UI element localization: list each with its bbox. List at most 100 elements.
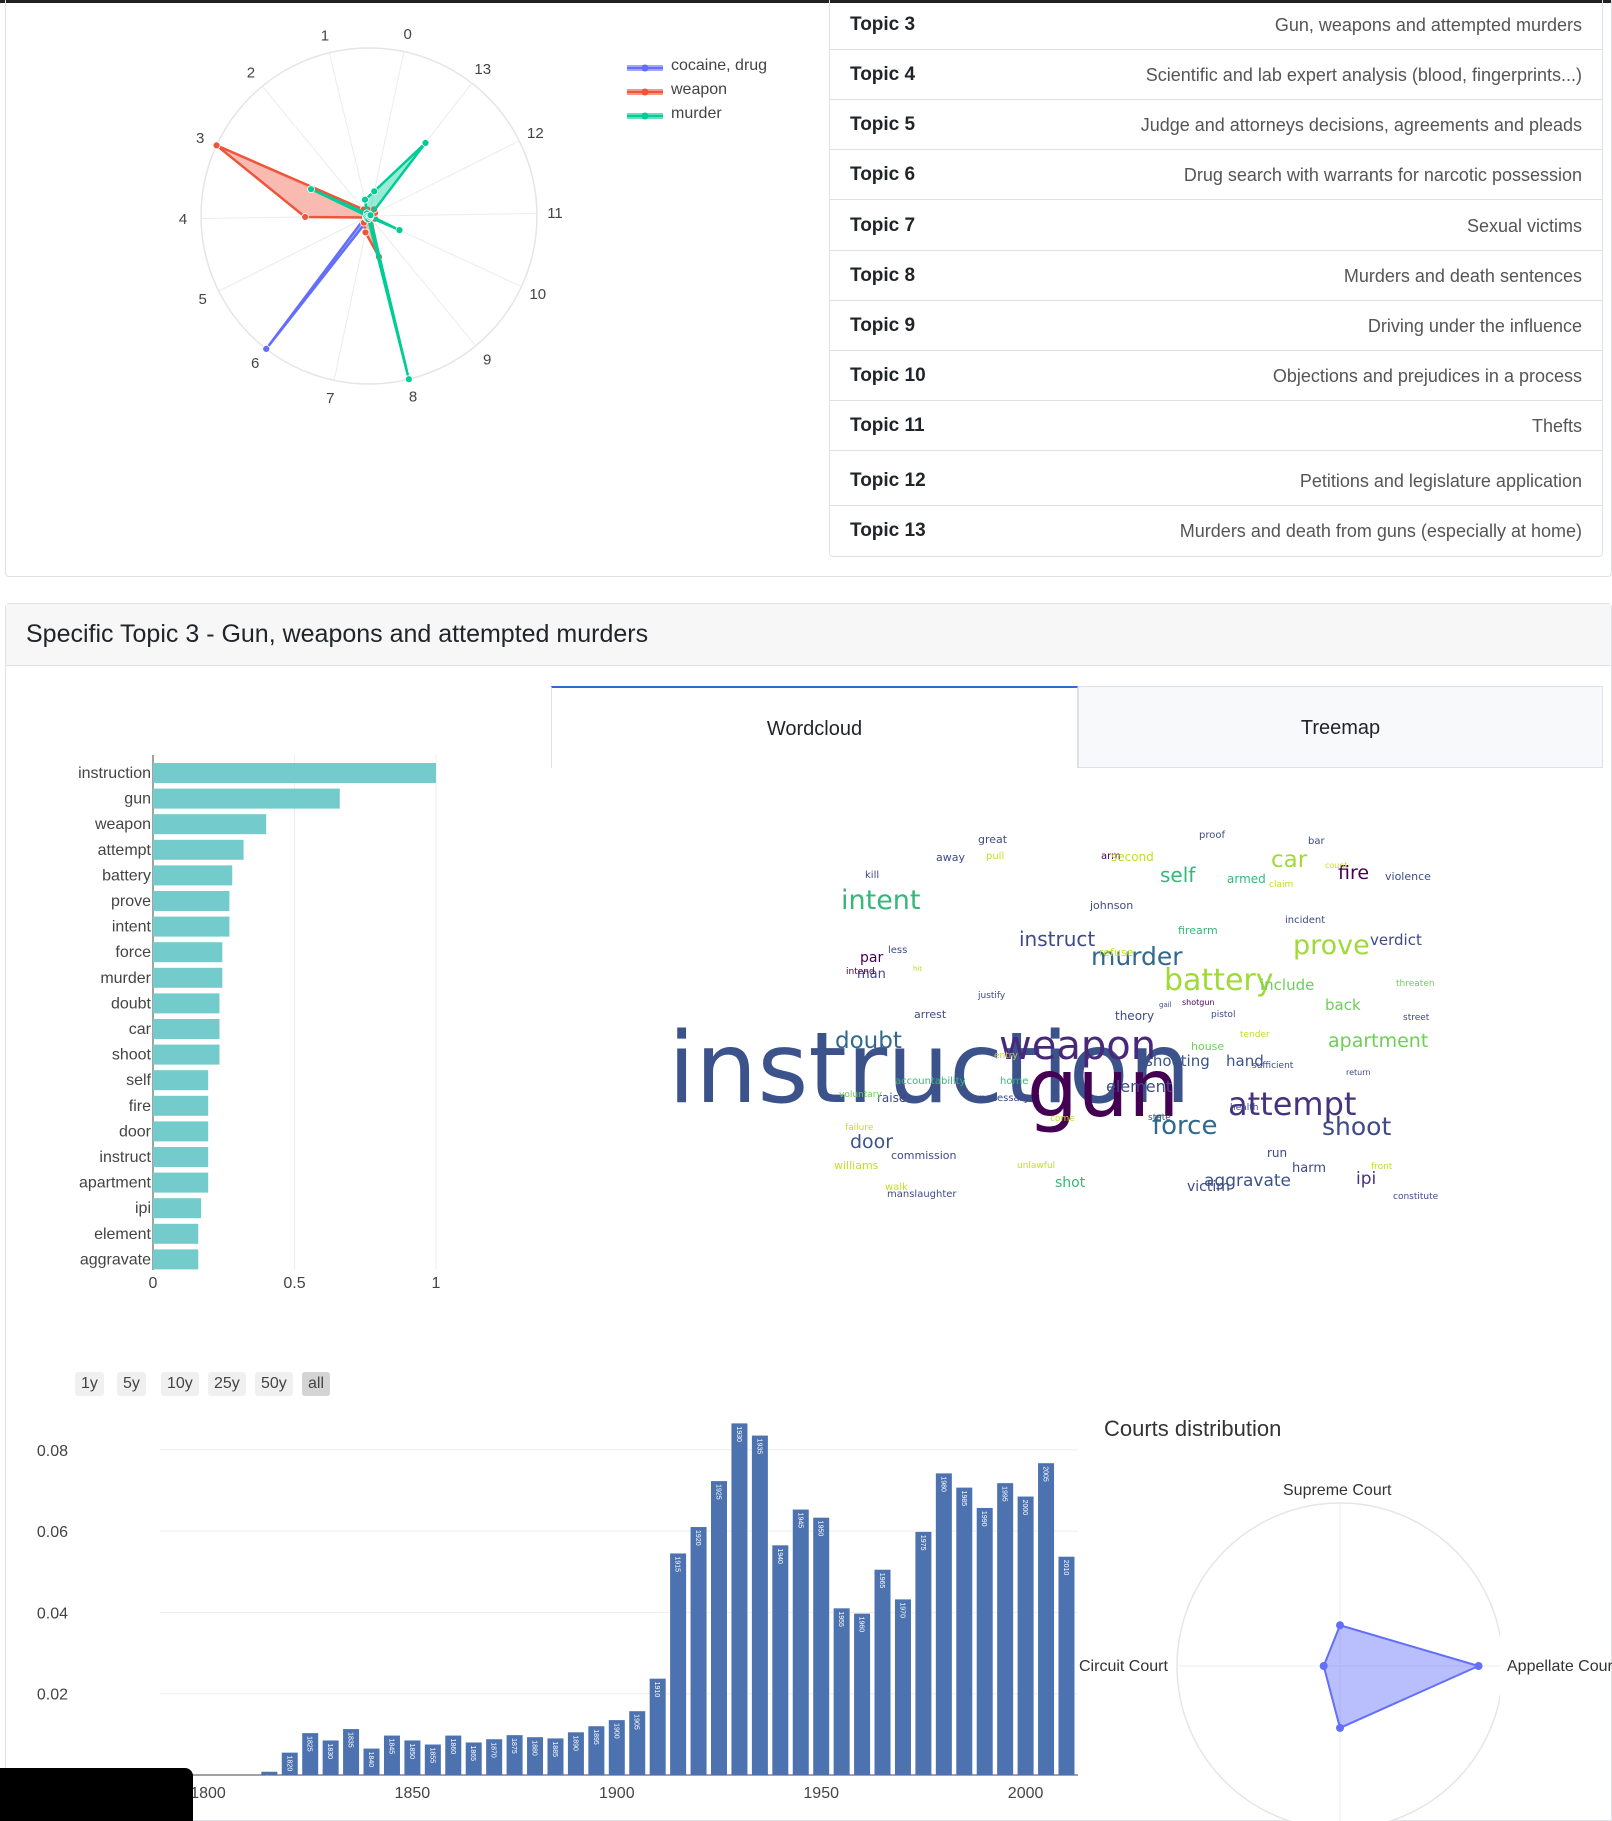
wordcloud-word: intent (841, 885, 921, 917)
topic-row[interactable]: Topic 12 Petitions and legislature applic… (830, 456, 1602, 506)
radar-axis-label: 3 (196, 130, 204, 147)
wordcloud-word: arrest (914, 1008, 947, 1022)
topic-row[interactable]: Topic 5 Judge and attorneys decisions, ag… (830, 100, 1602, 150)
topic-row[interactable]: Topic 11 Thefts (830, 401, 1602, 451)
year-bar (690, 1527, 707, 1775)
wordcloud-word: count (1325, 860, 1348, 870)
word-bar (153, 1223, 199, 1244)
wordcloud-word: state (1148, 1112, 1171, 1123)
topic-row[interactable]: Topic 3 Gun, weapons and attempted murder… (830, 0, 1602, 50)
year-bar-label: 1820 (285, 1756, 292, 1772)
legend-swatch (627, 88, 663, 96)
topic-name: Topic 8 (850, 265, 916, 286)
wordcloud-word: claim (1269, 879, 1294, 890)
wordcloud-word: away (936, 851, 965, 865)
topic-row[interactable]: Topic 6 Drug search with warrants for nar… (830, 150, 1602, 200)
topic-row[interactable]: Topic 10 Objections and prejudices in a p… (830, 351, 1602, 401)
range-button-all[interactable]: all (302, 1372, 331, 1396)
radar-axis-label: 1 (321, 27, 329, 44)
wordcloud-word: element (1106, 1077, 1172, 1097)
x-tick-label: 1 (432, 1275, 441, 1290)
topic-desc: Sexual victims (1466, 216, 1582, 236)
topics-radar-chart: 01234567 8910111213 (179, 26, 563, 407)
year-bar-label: 1950 (817, 1521, 824, 1537)
radar-axis-label: 12 (527, 125, 544, 142)
range-button-10y[interactable]: 10y (161, 1372, 199, 1396)
year-bar (894, 1599, 911, 1775)
radar-axis-label: 0 (403, 26, 411, 43)
wordcloud-word: tender (1240, 1029, 1270, 1040)
range-button-5y[interactable]: 5y (117, 1372, 146, 1396)
word-bar (153, 916, 230, 937)
topic-row[interactable]: Topic 9 Driving under the influence (830, 301, 1602, 351)
radar-point (1474, 1662, 1483, 1670)
wordcloud-word: less (888, 945, 908, 956)
word-bar (153, 1019, 220, 1039)
wordcloud-word: great (978, 833, 1008, 847)
wordcloud-word: commission (891, 1149, 957, 1163)
wordcloud-word: house (1191, 1040, 1225, 1054)
y-tick-label: 0.04 (37, 1605, 68, 1622)
word-bar (153, 1198, 202, 1219)
year-bar-label: 1870 (490, 1742, 497, 1758)
word-label: doubt (111, 995, 152, 1012)
wordcloud-word: entry (994, 1050, 1018, 1061)
year-bar-label: 1920 (694, 1530, 701, 1546)
topic-row[interactable]: Topic 4 Scientific and lab expert analysi… (830, 50, 1602, 100)
topic-desc: Judge and attorneys decisions, agreement… (1140, 115, 1582, 135)
topic-desc: Gun, weapons and attempted murders (1274, 15, 1582, 35)
wordcloud-word: failure (845, 1122, 874, 1133)
y-tick-label: 0.08 (37, 1443, 68, 1460)
card-header: Specific Topic 3 - Gun, weapons and atte… (6, 604, 1611, 666)
radar-axis-label: 6 (251, 355, 259, 372)
radar-point (361, 195, 369, 204)
wordcloud-word: return (1346, 1067, 1371, 1077)
year-bar-label: 1835 (347, 1732, 354, 1748)
radar-axis-label: 7 (326, 390, 334, 407)
year-bar (874, 1569, 891, 1775)
year-bar-label: 1970 (898, 1602, 905, 1618)
word-bar (153, 763, 436, 783)
topic-row[interactable]: Topic 13 Murders and death from guns (esp… (830, 506, 1602, 556)
wordcloud-word: unlawful (1017, 1160, 1056, 1171)
year-bar-label: 1885 (551, 1741, 558, 1757)
year-bar (1038, 1463, 1055, 1775)
legend-swatch (627, 112, 663, 120)
wordcloud-word: hit (913, 965, 923, 974)
year-bar-label: 1875 (510, 1738, 517, 1754)
word-label: prove (111, 893, 151, 910)
wordcloud-word: harm (1292, 1160, 1326, 1176)
radar-point (421, 139, 430, 147)
range-button-25y[interactable]: 25y (208, 1372, 246, 1396)
word-label: aggravate (80, 1251, 151, 1268)
wordcloud-word: kill (865, 870, 880, 881)
wordcloud-word: intend (846, 966, 875, 977)
x-tick-label: 1800 (190, 1785, 226, 1802)
range-button-50y[interactable]: 50y (255, 1372, 293, 1396)
topic-desc: Objections and prejudices in a process (1272, 366, 1582, 386)
topic-name: Topic 12 (850, 470, 926, 491)
wordcloud-word: second (1111, 850, 1154, 865)
word-label: ipi (135, 1200, 151, 1217)
year-bar-label: 1925 (715, 1484, 722, 1500)
courts-title: Courts distribution (1104, 1416, 1282, 1441)
year-bar (1058, 1556, 1075, 1775)
year-bar-label: 1855 (428, 1748, 435, 1764)
topic-desc: Scientific and lab expert analysis (bloo… (1145, 65, 1582, 85)
year-bar-label: 2005 (1042, 1466, 1049, 1482)
word-bar (153, 814, 267, 835)
topic-row[interactable]: Topic 7 Sexual victims (830, 201, 1602, 251)
year-bar-label: 1865 (469, 1745, 476, 1761)
topic-row[interactable]: Topic 8 Murders and death sentences (830, 251, 1602, 301)
word-weight-bar-chart: instruction gun weapon attempt battery prove i… (78, 755, 441, 1290)
wordcloud-word: health (1230, 1102, 1259, 1113)
year-bar-label: 1825 (306, 1736, 313, 1752)
year-bar (997, 1483, 1014, 1775)
tab-wordcloud[interactable]: Wordcloud (551, 686, 1078, 768)
year-bar-label: 1830 (326, 1743, 333, 1759)
year-bar-label: 1930 (735, 1426, 742, 1442)
range-button-1y[interactable]: 1y (75, 1372, 104, 1396)
wordcloud-word: theory (1115, 1009, 1155, 1024)
tab-treemap[interactable]: Treemap (1078, 686, 1603, 768)
radar-point (361, 228, 370, 237)
